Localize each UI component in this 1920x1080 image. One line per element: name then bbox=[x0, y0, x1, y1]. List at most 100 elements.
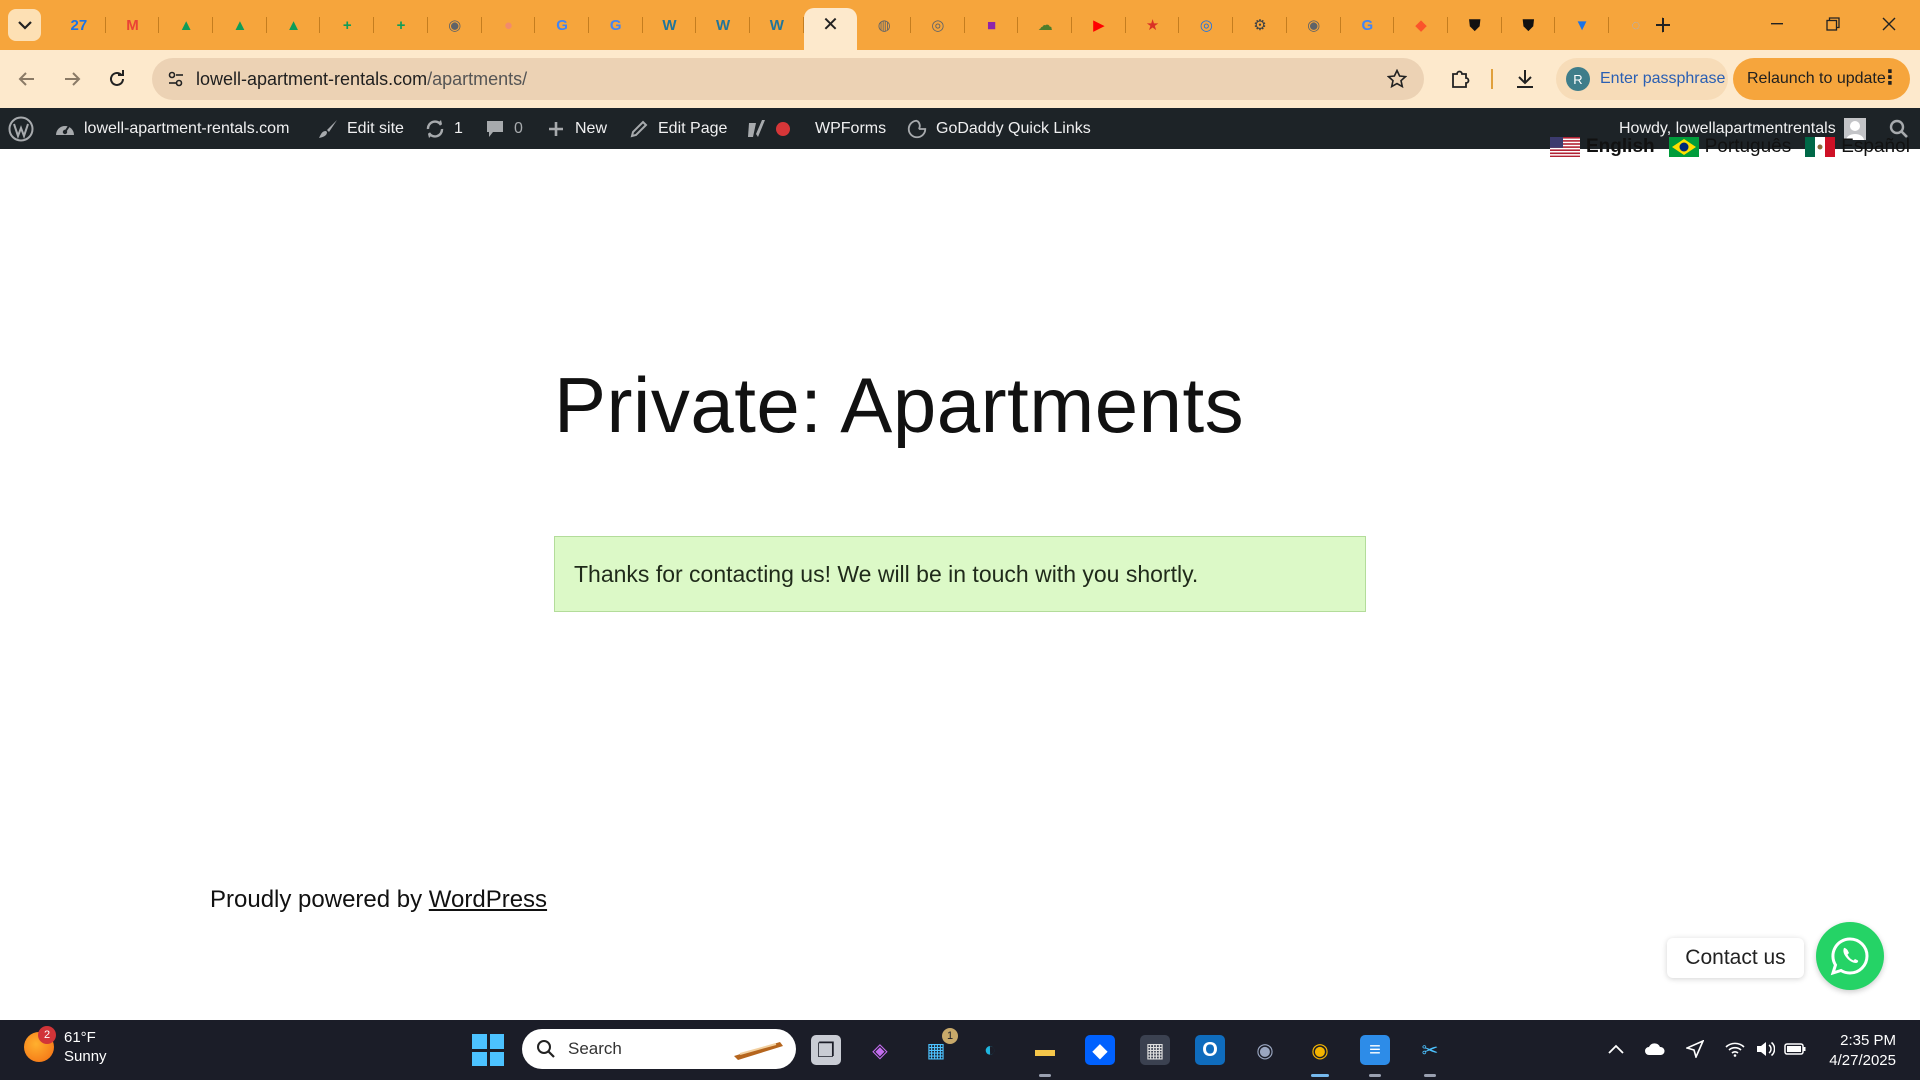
browser-tab[interactable]: ☁ bbox=[1018, 8, 1072, 42]
site-name-menu[interactable]: lowell-apartment-rentals.com bbox=[54, 108, 289, 149]
edit-site-link[interactable]: Edit site bbox=[317, 108, 404, 149]
restore-button[interactable] bbox=[1810, 8, 1856, 40]
passphrase-chip[interactable]: R Enter passphrase bbox=[1556, 58, 1728, 100]
close-window-button[interactable] bbox=[1866, 8, 1912, 40]
chevron-up-icon bbox=[1608, 1044, 1624, 1054]
wordpress-link[interactable]: WordPress bbox=[429, 886, 547, 913]
minimize-button[interactable] bbox=[1754, 8, 1800, 40]
battery-tray[interactable] bbox=[1782, 1036, 1808, 1062]
downloads-button[interactable] bbox=[1508, 62, 1542, 96]
file-explorer-taskbar-button[interactable]: ▬ bbox=[1027, 1032, 1063, 1077]
wifi-tray[interactable] bbox=[1722, 1036, 1748, 1062]
browser-tab[interactable]: ● bbox=[482, 8, 536, 42]
browser-tab[interactable]: ★ bbox=[1126, 8, 1180, 42]
edit-page-link[interactable]: Edit Page bbox=[628, 108, 727, 149]
chrome-taskbar-button[interactable]: ◉ bbox=[1302, 1032, 1338, 1077]
yoast-menu[interactable] bbox=[746, 108, 790, 149]
browser-tab[interactable]: + bbox=[320, 8, 374, 42]
dropbox-taskbar-button[interactable]: ◆ bbox=[1082, 1032, 1118, 1068]
weather-widget[interactable]: 2 61°F Sunny bbox=[24, 1026, 107, 1066]
active-tab[interactable]: ✕ bbox=[803, 8, 858, 50]
calculator-taskbar-button[interactable]: ▦ bbox=[1137, 1032, 1173, 1068]
microsoft-store-taskbar-button[interactable]: ▦ 1 bbox=[918, 1028, 958, 1068]
snipping-tool-taskbar-button[interactable]: ✂ bbox=[1412, 1032, 1448, 1077]
new-tab-button[interactable] bbox=[1650, 12, 1676, 38]
new-content-menu[interactable]: New bbox=[545, 108, 607, 149]
wpforms-menu[interactable]: WPForms bbox=[815, 108, 886, 149]
browser-tab[interactable]: ▶ bbox=[1072, 8, 1126, 42]
bookmark-button[interactable] bbox=[1384, 66, 1410, 92]
browser-tab[interactable]: ▼ bbox=[1555, 8, 1609, 42]
address-bar[interactable]: lowell-apartment-rentals.com/apartments/ bbox=[152, 58, 1424, 100]
browser-tab[interactable]: 27 bbox=[52, 8, 106, 42]
start-button[interactable] bbox=[472, 1034, 504, 1066]
onedrive-tray[interactable] bbox=[1642, 1036, 1668, 1062]
more-vert-icon[interactable]: ⋮ bbox=[1880, 67, 1900, 89]
outlook-taskbar-button[interactable]: O bbox=[1192, 1032, 1228, 1068]
cloud-icon: ☁ bbox=[1037, 17, 1053, 34]
relaunch-label: Relaunch to update bbox=[1747, 70, 1886, 87]
comments-link[interactable]: 0 bbox=[484, 108, 523, 149]
task-view-taskbar-button[interactable]: ❐ bbox=[808, 1032, 844, 1068]
wifi-icon bbox=[1725, 1042, 1745, 1057]
notepad-taskbar-button[interactable]: ≡ bbox=[1357, 1032, 1393, 1077]
browser-tab[interactable]: ◎ bbox=[1179, 8, 1233, 42]
relaunch-button[interactable]: Relaunch to update ⋮ bbox=[1733, 58, 1910, 100]
close-icon[interactable]: ✕ bbox=[822, 15, 839, 35]
yoast-icon bbox=[746, 118, 768, 140]
browser-tab[interactable]: ◍ bbox=[857, 8, 911, 42]
back-button[interactable] bbox=[10, 62, 44, 96]
show-hidden-icons-button[interactable] bbox=[1603, 1036, 1629, 1062]
browser-tab[interactable]: ◎ bbox=[911, 8, 965, 42]
browser-tab[interactable]: ⛊ bbox=[1448, 8, 1502, 42]
browser-tab[interactable]: ▲ bbox=[213, 8, 267, 42]
language-english[interactable]: English bbox=[1550, 134, 1655, 160]
contact-us-label[interactable]: Contact us bbox=[1667, 938, 1804, 978]
location-tray[interactable] bbox=[1682, 1036, 1708, 1062]
new-label: New bbox=[575, 119, 608, 137]
running-indicator bbox=[1039, 1074, 1051, 1077]
browser-tab[interactable]: W bbox=[750, 8, 804, 42]
edge-taskbar-button[interactable]: ◐ bbox=[972, 1032, 1008, 1068]
camera-taskbar-button[interactable]: ◉ bbox=[1247, 1032, 1283, 1068]
browser-tab[interactable]: ◆ bbox=[1394, 8, 1448, 42]
browser-tab[interactable]: ◉ bbox=[1287, 8, 1341, 42]
browser-tab[interactable]: ⚙ bbox=[1233, 8, 1287, 42]
wordpress-icon: W bbox=[716, 16, 731, 34]
language-spanish[interactable]: Español bbox=[1805, 134, 1910, 160]
gmail-icon: M bbox=[126, 16, 139, 34]
browser-tab-strip: 27 M ▲ ▲ ▲ + + ◉ ● G G W W W ✕ ◍ ◎ ■ ☁ ▶ ★ ◎ ⚙ ◉ G ◆ ⛊ ⛊ ▼ ◌ bbox=[0, 0, 1920, 50]
chevron-down-icon bbox=[17, 21, 32, 30]
wp-logo-menu[interactable] bbox=[8, 108, 34, 149]
godaddy-quick-links-menu[interactable]: GoDaddy Quick Links bbox=[906, 108, 1091, 149]
copilot-taskbar-button[interactable]: ◈ bbox=[862, 1032, 898, 1068]
browser-toolbar: lowell-apartment-rentals.com/apartments/… bbox=[0, 50, 1920, 108]
browser-tab[interactable]: + bbox=[374, 8, 428, 42]
language-portuguese[interactable]: Português bbox=[1668, 134, 1791, 160]
whatsapp-chat-button[interactable] bbox=[1816, 922, 1884, 990]
browser-tab[interactable]: ⛊ bbox=[1502, 8, 1556, 42]
system-clock[interactable]: 2:35 PM 4/27/2025 bbox=[1818, 1031, 1896, 1071]
reload-button[interactable] bbox=[100, 62, 134, 96]
browser-tab[interactable]: W bbox=[696, 8, 750, 42]
tab-search-button[interactable] bbox=[8, 9, 41, 41]
extensions-button[interactable] bbox=[1443, 62, 1477, 96]
browser-tab[interactable]: ◉ bbox=[428, 8, 482, 42]
language-label: English bbox=[1586, 136, 1655, 157]
forward-button[interactable] bbox=[55, 62, 89, 96]
browser-tab[interactable]: M bbox=[106, 8, 160, 42]
taskbar-search[interactable]: Search bbox=[522, 1029, 796, 1069]
volume-tray[interactable] bbox=[1752, 1036, 1778, 1062]
browser-tab[interactable]: ▲ bbox=[159, 8, 213, 42]
site-info-button[interactable] bbox=[160, 63, 192, 95]
godaddy-icon bbox=[906, 118, 928, 140]
updates-link[interactable]: 1 bbox=[424, 108, 463, 149]
browser-tab[interactable]: W bbox=[643, 8, 697, 42]
url-text[interactable]: lowell-apartment-rentals.com/apartments/ bbox=[196, 69, 527, 90]
browser-tab[interactable]: G bbox=[1341, 8, 1395, 42]
browser-tab[interactable]: ▲ bbox=[267, 8, 321, 42]
browser-tab[interactable]: G bbox=[589, 8, 643, 42]
browser-tab[interactable]: ■ bbox=[965, 8, 1019, 42]
browser-tab[interactable]: G bbox=[535, 8, 589, 42]
plus-icon bbox=[545, 118, 567, 140]
